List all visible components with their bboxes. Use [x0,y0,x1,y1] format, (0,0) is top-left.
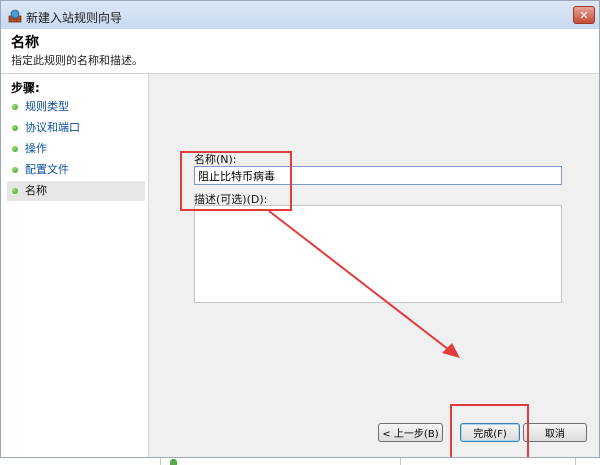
step-action[interactable]: 操作 [7,139,145,159]
step-label: 协议和端口 [25,121,80,134]
shield-icon [170,459,177,465]
close-button[interactable]: ✕ [573,6,595,24]
step-profile[interactable]: 配置文件 [7,160,145,180]
back-button[interactable]: < 上一步(B) [378,423,443,442]
page-title: 名称 [11,35,39,51]
taskbar-strip [0,458,600,465]
step-name[interactable]: 名称 [7,181,145,201]
strip-divider [575,458,576,465]
step-label: 名称 [25,184,47,197]
description-textarea[interactable] [194,205,562,303]
steps-title: 步骤: [11,81,40,95]
steps-pane: 步骤: 规则类型 协议和端口 操作 配置文件 名称 [1,74,149,457]
name-input[interactable] [194,166,562,185]
close-icon: ✕ [579,8,589,22]
page-header: 名称 指定此规则的名称和描述。 [1,29,599,74]
firewall-icon [8,9,22,23]
cancel-button[interactable]: 取消 [523,423,587,442]
name-label: 名称(N): [194,153,237,166]
step-bullet-icon [12,188,18,194]
step-label: 规则类型 [25,100,69,113]
step-protocol-ports[interactable]: 协议和端口 [7,118,145,138]
strip-divider [160,458,161,465]
window-title: 新建入站规则向导 [26,11,123,25]
wizard-window: 新建入站规则向导 ✕ 名称 指定此规则的名称和描述。 步骤: 规则类型 协议和端… [0,0,600,458]
step-bullet-icon [12,125,18,131]
strip-divider [400,458,401,465]
step-bullet-icon [12,104,18,110]
step-bullet-icon [12,146,18,152]
step-label: 配置文件 [25,163,69,176]
title-bar[interactable]: 新建入站规则向导 ✕ [1,1,599,30]
page-subtitle: 指定此规则的名称和描述。 [11,54,143,67]
finish-button[interactable]: 完成(F) [460,423,520,442]
step-rule-type[interactable]: 规则类型 [7,97,145,117]
step-label: 操作 [25,142,47,155]
step-bullet-icon [12,167,18,173]
